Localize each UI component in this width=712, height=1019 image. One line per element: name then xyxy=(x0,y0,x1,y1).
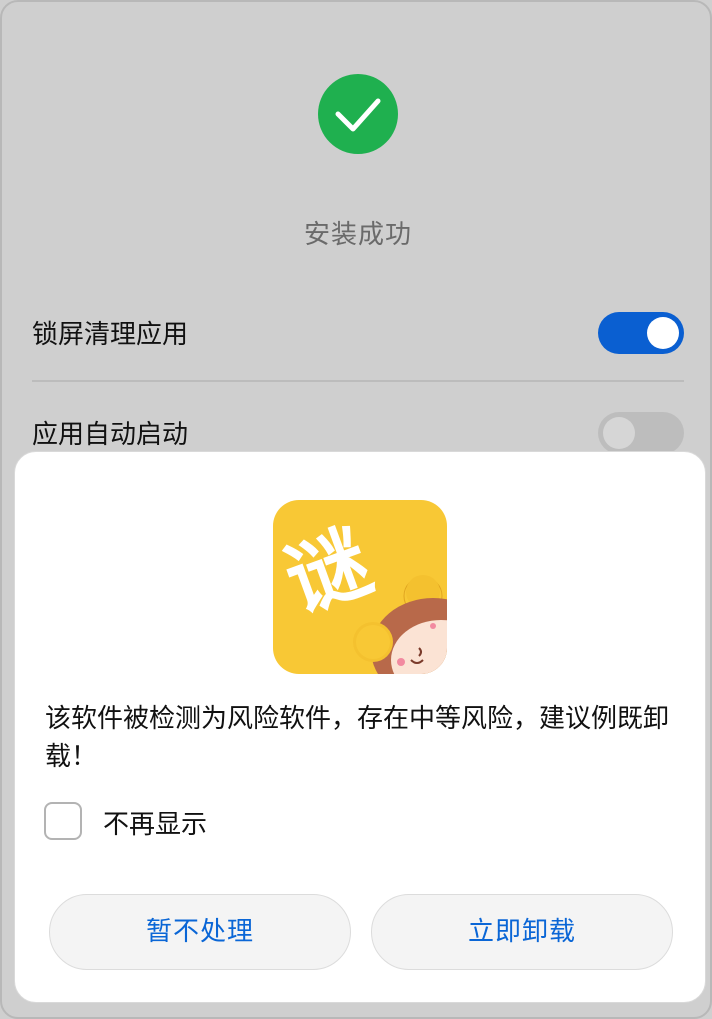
setting-label-lockscreen-clean: 锁屏清理应用 xyxy=(32,320,189,350)
app-icon: 谜 xyxy=(273,500,447,674)
install-result-screen: 安装成功 锁屏清理应用 应用自动启动 谜 该软件被检测为风险软件，存在中等风险，… xyxy=(0,0,712,1019)
risk-message: 该软件被检测为风险软件，存在中等风险，建议例既卸载！ xyxy=(45,704,670,772)
ignore-for-now-button[interactable]: 暂不处理 xyxy=(49,894,351,970)
uninstall-now-button[interactable]: 立即卸载 xyxy=(371,894,673,970)
auto-start-toggle[interactable] xyxy=(598,412,684,454)
success-check-icon xyxy=(318,74,398,154)
toggle-knob xyxy=(603,417,635,449)
setting-label-auto-start: 应用自动启动 xyxy=(32,420,189,450)
app-icon-glyph: 谜 xyxy=(274,514,384,631)
settings-divider xyxy=(32,380,684,382)
toggle-knob xyxy=(647,317,679,349)
dont-show-again-checkbox[interactable] xyxy=(44,802,82,840)
install-success-text: 安装成功 xyxy=(303,220,412,250)
risk-warning-dialog: 谜 该软件被检测为风险软件，存在中等风险，建议例既卸载！ 不再显示 暂不处理 立… xyxy=(14,451,706,1003)
dont-show-again-label[interactable]: 不再显示 xyxy=(103,804,207,841)
lockscreen-clean-toggle[interactable] xyxy=(598,312,684,354)
